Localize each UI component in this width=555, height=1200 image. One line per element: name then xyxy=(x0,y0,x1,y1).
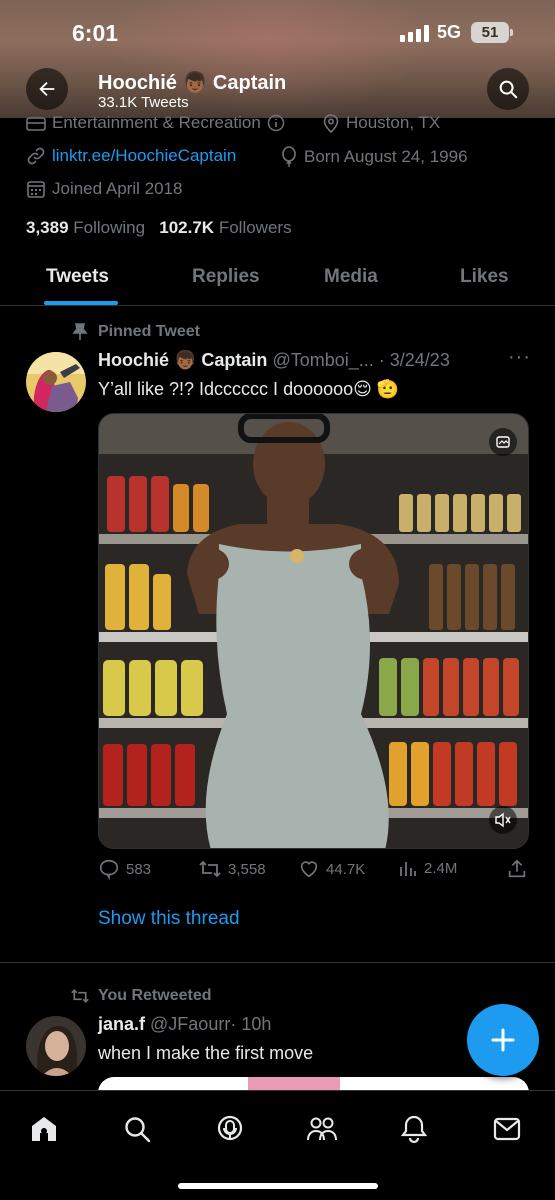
profile-location: Houston, TX xyxy=(322,113,440,133)
nav-communities[interactable] xyxy=(302,1109,342,1149)
arrow-left-icon xyxy=(39,81,55,97)
tab-replies[interactable]: Replies xyxy=(192,266,260,288)
balloon-icon xyxy=(282,146,296,167)
link-icon xyxy=(27,147,45,165)
nav-home[interactable] xyxy=(24,1109,64,1149)
retweet-header: jana.f @JFaourr· 10h xyxy=(98,1014,271,1035)
active-tab-indicator xyxy=(44,301,118,305)
avatar[interactable] xyxy=(26,352,86,412)
communities-icon xyxy=(307,1117,337,1141)
profile-category-text: Entertainment & Recreation xyxy=(52,113,261,132)
search-icon xyxy=(499,80,518,99)
heart-icon xyxy=(300,861,318,878)
nav-spaces[interactable] xyxy=(210,1109,250,1149)
nav-notifications[interactable] xyxy=(394,1109,434,1149)
header-display-name: Hoochié 👦🏾 Captain xyxy=(98,72,287,94)
profile-category: Entertainment & Recreation xyxy=(26,113,285,133)
following-link[interactable]: 3,389 Following xyxy=(26,218,145,237)
views-count: 2.4M xyxy=(424,859,458,877)
nav-search[interactable] xyxy=(117,1109,157,1149)
tweet-media-video[interactable] xyxy=(98,413,529,849)
retweet-text: when I make the first move xyxy=(98,1043,314,1063)
search-button[interactable] xyxy=(487,68,529,110)
tweet-text: Y’all like ?!? Idcccccc I doooooo😌 🫡 xyxy=(98,379,400,399)
profile-joined: Joined April 2018 xyxy=(26,179,182,199)
notifications-icon xyxy=(400,1115,428,1144)
retweet-icon xyxy=(71,989,89,1003)
tweet-date[interactable]: · 3/24/23 xyxy=(379,350,450,370)
share-button[interactable] xyxy=(506,858,528,880)
pinned-context: Pinned Tweet xyxy=(72,323,200,341)
search-icon xyxy=(125,1117,151,1143)
network-label: 5G xyxy=(437,22,462,42)
retweet-time[interactable]: · 10h xyxy=(230,1014,271,1034)
retweet-context: You Retweeted xyxy=(70,987,212,1005)
profile-header-banner: 6:01 5G 51 Hoochié 👦🏾 Captain 33.1K Twee… xyxy=(0,0,555,118)
retweet-icon xyxy=(199,860,221,878)
tweet-handle[interactable]: @Tomboi_... xyxy=(272,350,373,370)
compose-tweet-button[interactable] xyxy=(467,1004,539,1076)
messages-icon xyxy=(493,1117,521,1141)
status-time: 6:01 xyxy=(72,20,119,46)
profile-website[interactable]: linktr.ee/HoochieCaptain xyxy=(26,146,236,166)
profile-joined-text: Joined April 2018 xyxy=(52,179,183,198)
video-thumbnail xyxy=(99,414,528,848)
mute-icon[interactable] xyxy=(489,806,517,834)
retweet-context-label: You Retweeted xyxy=(98,987,212,1004)
following-label: Following xyxy=(73,218,146,237)
header-tweet-count: 33.1K Tweets xyxy=(98,94,189,111)
tweet-more-button[interactable]: ··· xyxy=(508,346,531,369)
profile-location-text: Houston, TX xyxy=(346,113,441,132)
reply-button[interactable]: 583 xyxy=(98,858,151,880)
signal-icon xyxy=(400,24,429,42)
profile-tabs: Tweets Replies Media Likes xyxy=(0,258,555,306)
battery-icon: 51 xyxy=(471,22,513,43)
views-button[interactable]: 2.4M xyxy=(398,858,457,878)
following-count: 3,389 xyxy=(26,218,69,237)
tweet-header: Hoochié 👦🏾 Captain @Tomboi_... · 3/24/23 xyxy=(98,350,450,371)
back-button[interactable] xyxy=(26,68,68,110)
like-count: 44.7K xyxy=(326,860,366,878)
tweet-divider xyxy=(0,962,555,963)
followers-link[interactable]: 102.7K Followers xyxy=(159,218,291,237)
views-icon xyxy=(400,862,416,876)
retweet-avatar[interactable] xyxy=(26,1016,86,1076)
profile-birthday: Born August 24, 1996 xyxy=(280,146,468,168)
like-button[interactable]: 44.7K xyxy=(298,858,365,880)
reply-count: 583 xyxy=(126,860,152,878)
followers-count: 102.7K xyxy=(159,218,215,237)
tweet-actions: 583 3,558 44.7K 2.4M xyxy=(98,858,530,886)
reply-icon xyxy=(99,859,119,880)
retweet-handle[interactable]: @JFaourr xyxy=(150,1014,230,1034)
profile-website-link[interactable]: linktr.ee/HoochieCaptain xyxy=(52,146,236,166)
media-alt-icon[interactable] xyxy=(489,428,517,456)
retweet-count: 3,558 xyxy=(228,860,266,878)
nav-messages[interactable] xyxy=(487,1109,527,1149)
tab-likes[interactable]: Likes xyxy=(460,266,509,288)
profile-stats: 3,389 Following 102.7K Followers xyxy=(26,218,292,238)
calendar-icon xyxy=(27,181,45,198)
location-pin-icon xyxy=(323,114,339,133)
plus-icon xyxy=(491,1028,515,1052)
tab-tweets[interactable]: Tweets xyxy=(46,266,109,288)
pin-icon xyxy=(72,323,88,340)
home-indicator xyxy=(178,1183,378,1189)
profile-birthday-text: Born August 24, 1996 xyxy=(304,147,468,166)
info-icon[interactable] xyxy=(267,114,285,132)
retweet-author-name[interactable]: jana.f xyxy=(98,1014,145,1034)
share-icon xyxy=(508,859,526,878)
tab-media[interactable]: Media xyxy=(324,266,378,288)
retweet-avatar-image xyxy=(26,1016,86,1076)
pinned-label: Pinned Tweet xyxy=(98,323,200,340)
home-icon xyxy=(32,1117,56,1141)
spaces-icon xyxy=(217,1115,243,1141)
show-thread-link[interactable]: Show this thread xyxy=(98,908,240,930)
tweet-author-name[interactable]: Hoochié 👦🏾 Captain xyxy=(98,350,267,370)
followers-label: Followers xyxy=(218,218,292,237)
retweet-button[interactable]: 3,558 xyxy=(198,858,266,880)
profile-avatar-image xyxy=(26,352,86,412)
briefcase-icon xyxy=(26,117,46,131)
